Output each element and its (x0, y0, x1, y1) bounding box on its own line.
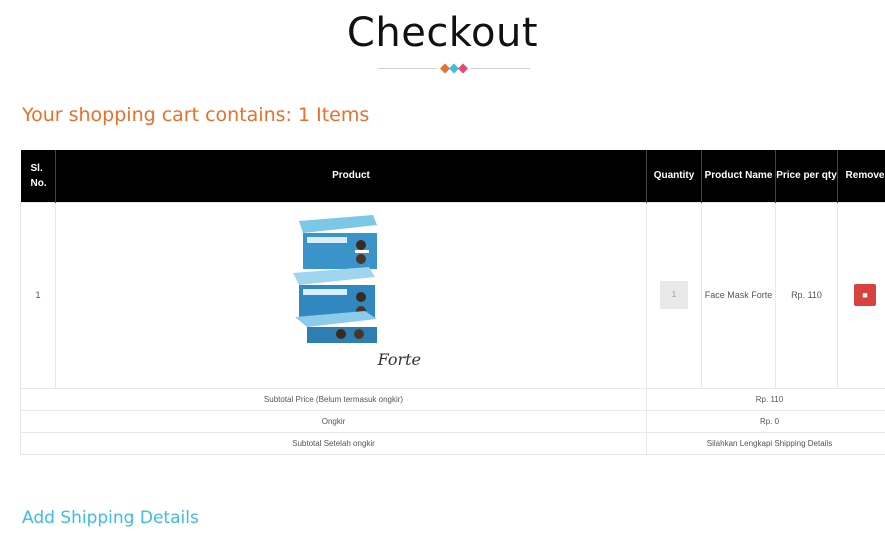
remove-button[interactable]: ■ (854, 284, 876, 306)
table-row: 1 Forte 1 Face Mask Forte Rp. 110 ■ (20, 201, 885, 389)
summary-row-total: Subtotal Setelah ongkir Silahkan Lengkap… (20, 431, 885, 455)
title-divider (378, 63, 530, 74)
summary-label: Ongkir (20, 409, 647, 433)
product-name-cell: Face Mask Forte (701, 201, 776, 389)
row-sl-no: 1 (20, 201, 56, 389)
col-product-name: Product Name (701, 150, 776, 202)
quantity-cell: 1 (646, 201, 702, 389)
quantity-input[interactable]: 1 (660, 281, 688, 309)
page-title: Checkout (346, 10, 539, 56)
summary-label: Subtotal Setelah ongkir (20, 431, 647, 455)
col-product: Product (55, 150, 647, 202)
cart-table: Sl. No. Product Quantity Product Name Pr… (20, 150, 885, 455)
trash-icon: ■ (862, 290, 868, 300)
col-remove: Remove (837, 150, 885, 202)
summary-value: Rp. 0 (646, 409, 885, 433)
divider-diamonds (437, 63, 471, 74)
cart-heading: Your shopping cart contains: 1 Items (22, 104, 370, 126)
product-cell: Forte (55, 201, 647, 389)
col-quantity: Quantity (646, 150, 702, 202)
summary-row-subtotal: Subtotal Price (Belum termasuk ongkir) R… (20, 387, 885, 411)
col-sl-no: Sl. No. (20, 150, 56, 202)
remove-cell: ■ (837, 201, 885, 389)
summary-value: Rp. 110 (646, 387, 885, 411)
add-shipping-details-link[interactable]: Add Shipping Details (22, 508, 199, 528)
summary-row-ongkir: Ongkir Rp. 0 (20, 409, 885, 433)
cart-header-row: Sl. No. Product Quantity Product Name Pr… (20, 150, 885, 202)
forte-brand-text: Forte (377, 350, 421, 369)
price-cell: Rp. 110 (775, 201, 838, 389)
col-price-per-qty: Price per qty (775, 150, 838, 202)
face-mask-box-image: Forte (281, 215, 421, 375)
summary-value: Silahkan Lengkapi Shipping Details (646, 431, 885, 455)
summary-label: Subtotal Price (Belum termasuk ongkir) (20, 387, 647, 411)
